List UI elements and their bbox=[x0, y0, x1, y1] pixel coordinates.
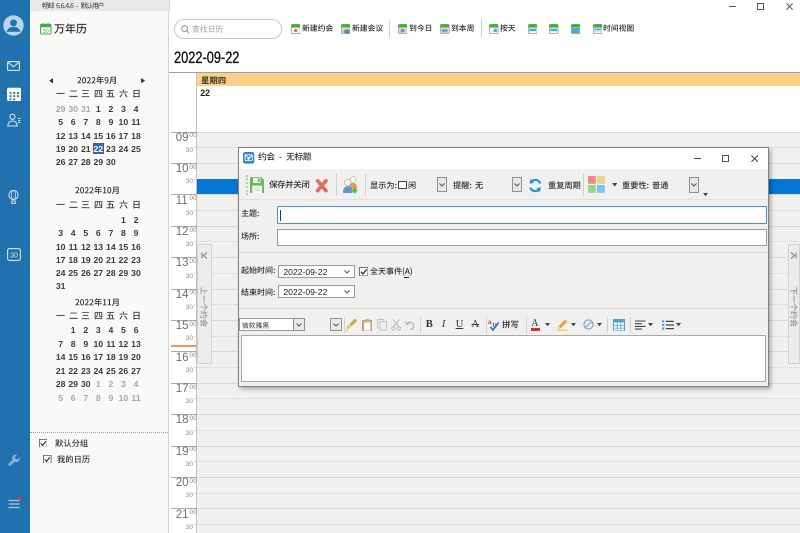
svg-text:30: 30 bbox=[10, 252, 18, 259]
svg-text:30: 30 bbox=[43, 29, 49, 35]
svg-text:a: a bbox=[488, 319, 492, 326]
